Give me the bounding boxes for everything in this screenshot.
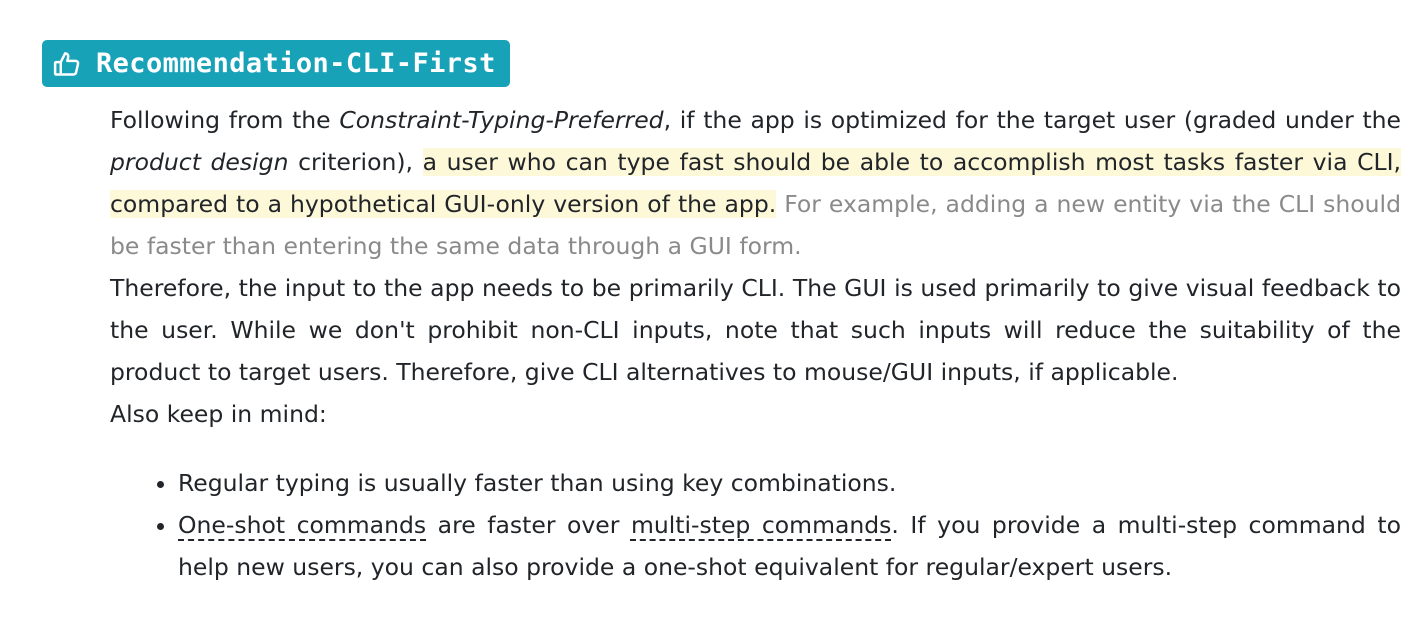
list-item-text: are faster over	[426, 511, 631, 539]
criterion-reference: product design	[110, 148, 289, 176]
one-shot-commands-term[interactable]: One-shot commands	[178, 511, 426, 539]
thumbs-up-icon	[52, 49, 96, 79]
paragraph-cli-first: Following from the Constraint-Typing-Pre…	[110, 99, 1401, 267]
list-item: Regular typing is usually faster than us…	[178, 462, 1401, 504]
paragraph-input-primarily-cli: Therefore, the input to the app needs to…	[110, 274, 1401, 386]
paragraph-text: , if the app is optimized for the target…	[663, 106, 1402, 134]
constraint-reference: Constraint-Typing-Preferred	[339, 106, 664, 134]
paragraph-text: criterion),	[288, 148, 423, 176]
tips-list: Regular typing is usually faster than us…	[110, 462, 1401, 588]
list-item-text: Regular typing is usually faster than us…	[178, 469, 897, 497]
list-item: One-shot commands are faster over multi-…	[178, 504, 1401, 588]
recommendation-title: Recommendation-CLI-First	[96, 48, 496, 79]
paragraph-text: Following from the	[110, 106, 340, 134]
recommendation-badge: Recommendation-CLI-First	[42, 40, 510, 87]
multi-step-commands-term[interactable]: multi-step commands	[631, 511, 891, 539]
paragraph-keep-in-mind: Also keep in mind:	[110, 400, 327, 428]
recommendation-body: Following from the Constraint-Typing-Pre…	[110, 99, 1401, 588]
